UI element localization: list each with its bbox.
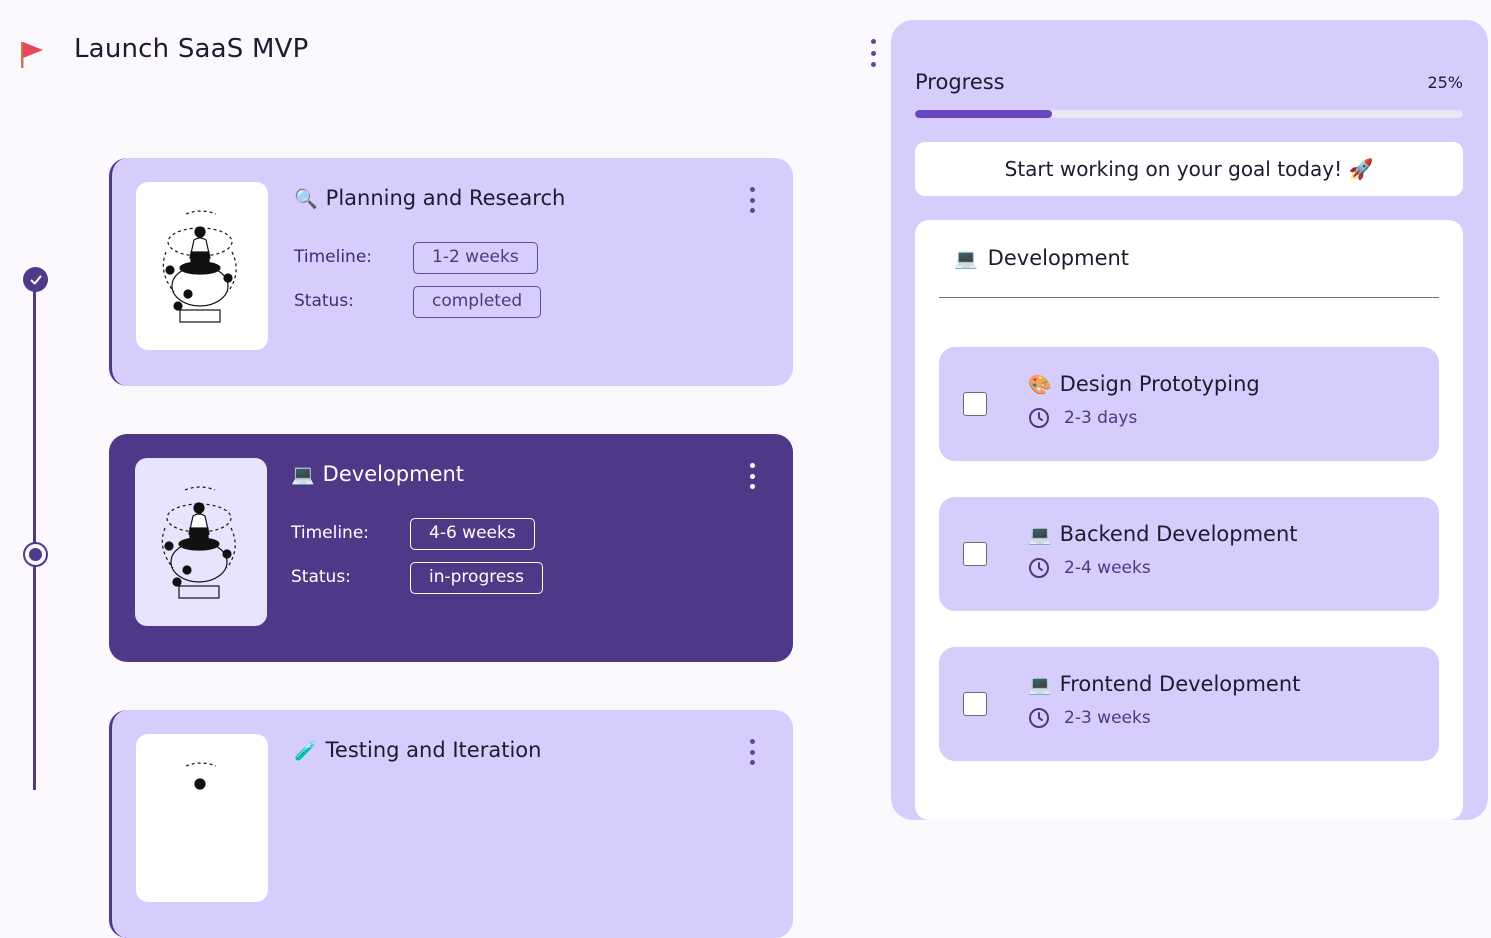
timeline-label: Timeline: [294, 247, 373, 267]
task-duration: 2-3 days [1028, 407, 1137, 429]
milestone-menu-button[interactable] [745, 460, 759, 492]
milestone-title: 🧪 Testing and Iteration [294, 738, 542, 762]
timeline-line [33, 280, 36, 790]
motivation-banner: Start working on your goal today! 🚀 [915, 142, 1463, 196]
milestone-menu-button[interactable] [745, 736, 759, 768]
progress-bar [915, 110, 1463, 118]
divider [939, 297, 1439, 298]
task-title: 🎨 Design Prototyping [1028, 372, 1260, 396]
task-checkbox[interactable] [963, 692, 987, 716]
milestone-title: 💻 Development [291, 462, 465, 486]
palette-icon: 🎨 [1028, 373, 1052, 396]
task-checkbox[interactable] [963, 542, 987, 566]
task-duration: 2-4 weeks [1028, 557, 1151, 579]
section-title: 💻 Development [954, 246, 1130, 270]
laptop-icon: 💻 [1028, 673, 1052, 696]
clock-icon [1029, 708, 1049, 728]
task-title: 💻 Frontend Development [1028, 672, 1301, 696]
laptop-icon: 💻 [291, 463, 315, 486]
status-chip: in-progress [410, 562, 544, 594]
milestone-title: 🔍 Planning and Research [294, 186, 566, 210]
progress-percent: 25% [1427, 73, 1463, 92]
timeline-node-active [23, 542, 48, 567]
laptop-icon: 💻 [1028, 523, 1052, 546]
timeline-label: Timeline: [291, 523, 370, 543]
status-chip: completed [413, 286, 542, 318]
task-checkbox[interactable] [963, 392, 987, 416]
task-card-design-prototyping[interactable]: 🎨 Design Prototyping 2-3 days [939, 347, 1439, 461]
clock-icon [1029, 558, 1049, 578]
task-title: 💻 Backend Development [1028, 522, 1298, 546]
check-icon [30, 275, 41, 284]
milestone-illustration [136, 734, 268, 902]
progress-bar-fill [915, 110, 1052, 118]
milestone-illustration [136, 182, 268, 350]
milestone-illustration [135, 458, 267, 626]
timeline-node-completed [23, 267, 48, 292]
goal-menu-button[interactable] [862, 36, 884, 70]
magnifier-icon: 🔍 [294, 187, 318, 210]
task-card-frontend-development[interactable]: 💻 Frontend Development 2-3 weeks [939, 647, 1439, 761]
status-label: Status: [294, 291, 354, 311]
progress-label: Progress [915, 70, 1005, 94]
milestone-card-planning[interactable]: 🔍 Planning and Research Timeline: 1-2 we… [109, 158, 793, 386]
task-card-backend-development[interactable]: 💻 Backend Development 2-4 weeks [939, 497, 1439, 611]
milestone-card-development[interactable]: 💻 Development Timeline: 4-6 weeks Status… [109, 434, 793, 662]
status-label: Status: [291, 567, 351, 587]
timeline-chip: 1-2 weeks [413, 242, 538, 274]
timeline-chip: 4-6 weeks [410, 518, 535, 550]
test-tube-icon: 🧪 [294, 739, 318, 762]
milestone-card-testing[interactable]: 🧪 Testing and Iteration [109, 710, 793, 938]
goal-title: Launch SaaS MVP [74, 34, 309, 64]
task-duration: 2-3 weeks [1028, 707, 1151, 729]
milestone-menu-button[interactable] [745, 184, 759, 216]
clock-icon [1029, 408, 1049, 428]
flag-icon [18, 38, 48, 70]
laptop-icon: 💻 [954, 247, 978, 270]
